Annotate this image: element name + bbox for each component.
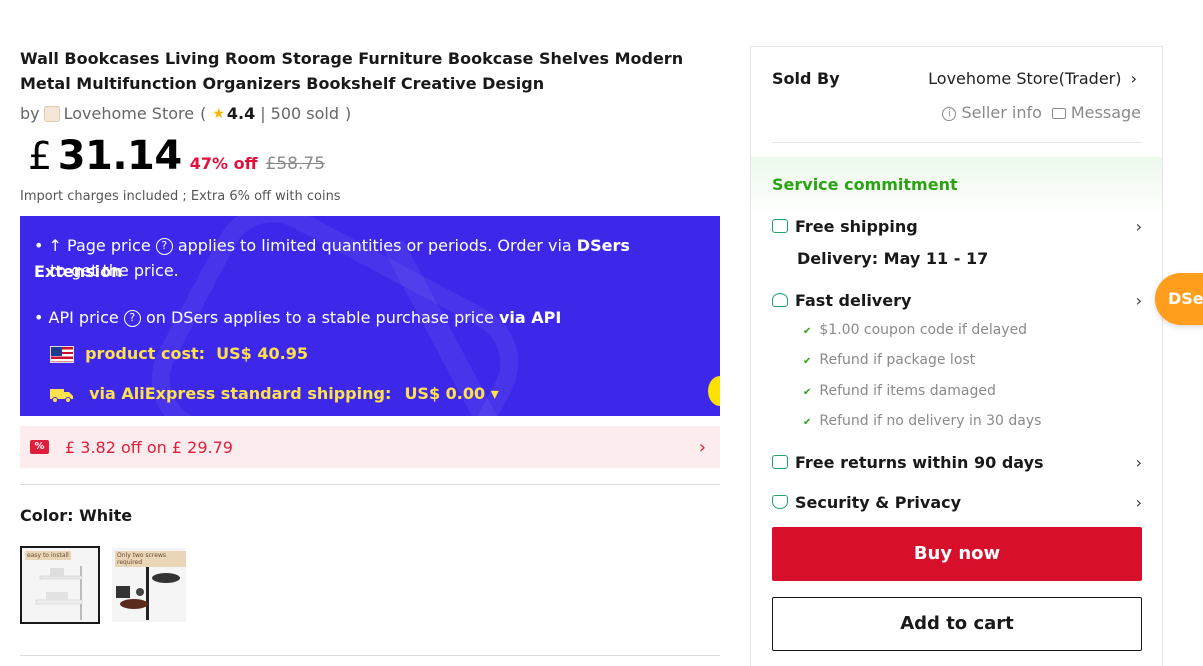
guarantee-item: $1.00 coupon code if delayed <box>803 322 1027 338</box>
guarantee-item: Refund if package lost <box>803 352 975 368</box>
chevron-right-icon: › <box>1130 69 1137 88</box>
seller-links: i Seller info Message <box>942 103 1141 122</box>
sold-count: 500 sold <box>270 104 339 123</box>
free-shipping-label: Free shipping <box>795 217 918 236</box>
promo-line-1b: to get the price. <box>50 261 179 280</box>
free-shipping-row[interactable]: Free shipping › <box>772 217 1142 236</box>
shipping-selector[interactable]: US$ 0.00 ▾ <box>404 384 498 403</box>
chevron-right-icon: › <box>1135 291 1142 310</box>
promo-line-2: • API price ? on DSers applies to a stab… <box>34 305 561 331</box>
guarantee-item: Refund if no delivery in 30 days <box>803 413 1041 429</box>
buy-now-button[interactable]: Buy now <box>772 527 1142 581</box>
us-flag-icon <box>50 346 74 363</box>
store-link[interactable]: Lovehome Store <box>64 104 194 123</box>
coupon-bar[interactable]: % £ 3.82 off on £ 29.79 › <box>20 426 720 468</box>
store-byline: by Lovehome Store ( ★ 4.4 | 500 sold ) <box>20 104 720 123</box>
paren: ) <box>345 104 352 123</box>
promo-text: • ↑ Page price <box>34 236 151 255</box>
price-value: 31.14 <box>57 133 183 179</box>
dsers-extension-badge[interactable]: DSe <box>1155 273 1203 325</box>
product-title: Wall Bookcases Living Room Storage Furni… <box>20 49 684 93</box>
guarantee-item: Refund if items damaged <box>803 383 995 399</box>
product-cost-row: product cost: US$ 40.95 <box>50 341 308 367</box>
truck-icon <box>50 388 73 403</box>
coupon-icon: % <box>30 440 49 454</box>
message-icon <box>1051 108 1066 119</box>
shipping-label: via AliExpress standard shipping: <box>89 384 392 403</box>
box-icon <box>772 293 788 307</box>
store-name: Lovehome Store(Trader) <box>928 69 1122 88</box>
sold-by-label: Sold By <box>772 69 840 88</box>
message-label: Message <box>1070 103 1141 122</box>
fast-delivery-label: Fast delivery <box>795 291 912 310</box>
info-icon: i <box>942 106 957 121</box>
return-icon <box>772 455 788 469</box>
coupon-text: £ 3.82 off on £ 29.79 <box>65 437 233 457</box>
chevron-right-icon: › <box>1135 493 1142 512</box>
service-commitment-title: Service commitment <box>772 175 958 194</box>
separator: | <box>260 104 266 123</box>
divider <box>20 484 720 485</box>
help-icon[interactable]: ? <box>123 310 141 327</box>
store-icon <box>43 105 60 122</box>
fast-delivery-row[interactable]: Fast delivery › <box>772 291 1142 310</box>
seller-info-label: Seller info <box>961 103 1042 122</box>
add-to-cart-button[interactable]: Add to cart <box>772 597 1142 651</box>
chevron-right-icon: › <box>698 437 706 458</box>
import-note: Import charges included ; Extra 6% off w… <box>20 189 341 204</box>
thumb-tag: easy to install <box>25 551 71 560</box>
color-option-dark[interactable]: Only two screws required <box>112 548 186 622</box>
color-option-white[interactable]: easy to install <box>20 546 100 624</box>
seller-info-link[interactable]: i Seller info <box>942 103 1042 122</box>
truck-icon <box>772 219 788 233</box>
discount-badge: 47% off <box>189 154 258 173</box>
color-label-text: Color: <box>20 506 74 525</box>
promo-text: on DSers applies to a stable purchase pr… <box>145 308 494 327</box>
shield-icon <box>772 495 788 509</box>
promo-text: • API price <box>34 308 119 327</box>
original-price: £58.75 <box>265 154 326 174</box>
currency-symbol: £ <box>28 134 52 178</box>
current-price: £31.14 <box>20 133 182 179</box>
chevron-right-icon: › <box>1135 453 1142 472</box>
help-icon[interactable]: ? <box>155 238 173 255</box>
promo-text: via API <box>498 308 562 327</box>
chevron-right-icon: › <box>1135 217 1142 236</box>
store-name-link[interactable]: Lovehome Store(Trader) › <box>928 69 1137 88</box>
cost-label: product cost: <box>85 344 206 363</box>
rating-value: 4.4 <box>226 104 256 123</box>
shipping-row: via AliExpress standard shipping: US$ 0.… <box>50 381 499 407</box>
security-label: Security & Privacy <box>795 493 962 512</box>
price-row: £31.14 47% off £58.75 <box>20 133 720 179</box>
paren: ( <box>200 104 207 123</box>
delivery-date: Delivery: May 11 - 17 <box>797 249 989 268</box>
purchase-panel: Sold By Lovehome Store(Trader) › i Seller… <box>750 46 1163 666</box>
cost-value: US$ 40.95 <box>216 344 308 363</box>
product-info: Wall Bookcases Living Room Storage Furni… <box>20 46 720 204</box>
divider <box>772 142 1142 143</box>
thumb-tag: Only two screws required <box>115 551 186 567</box>
free-returns-row[interactable]: Free returns within 90 days › <box>772 453 1142 472</box>
free-returns-label: Free returns within 90 days <box>795 453 1044 472</box>
star-icon: ★ <box>212 105 225 122</box>
message-link[interactable]: Message <box>1051 103 1141 122</box>
color-value: White <box>79 506 133 525</box>
divider <box>20 655 720 656</box>
color-label: Color: White <box>20 506 132 525</box>
dsers-promo-banner: • ↑ Page price ? applies to limited quan… <box>20 216 720 416</box>
promo-text: applies to limited quantities or periods… <box>177 236 572 255</box>
security-privacy-row[interactable]: Security & Privacy › <box>772 493 1142 512</box>
by-label: by <box>20 104 40 123</box>
